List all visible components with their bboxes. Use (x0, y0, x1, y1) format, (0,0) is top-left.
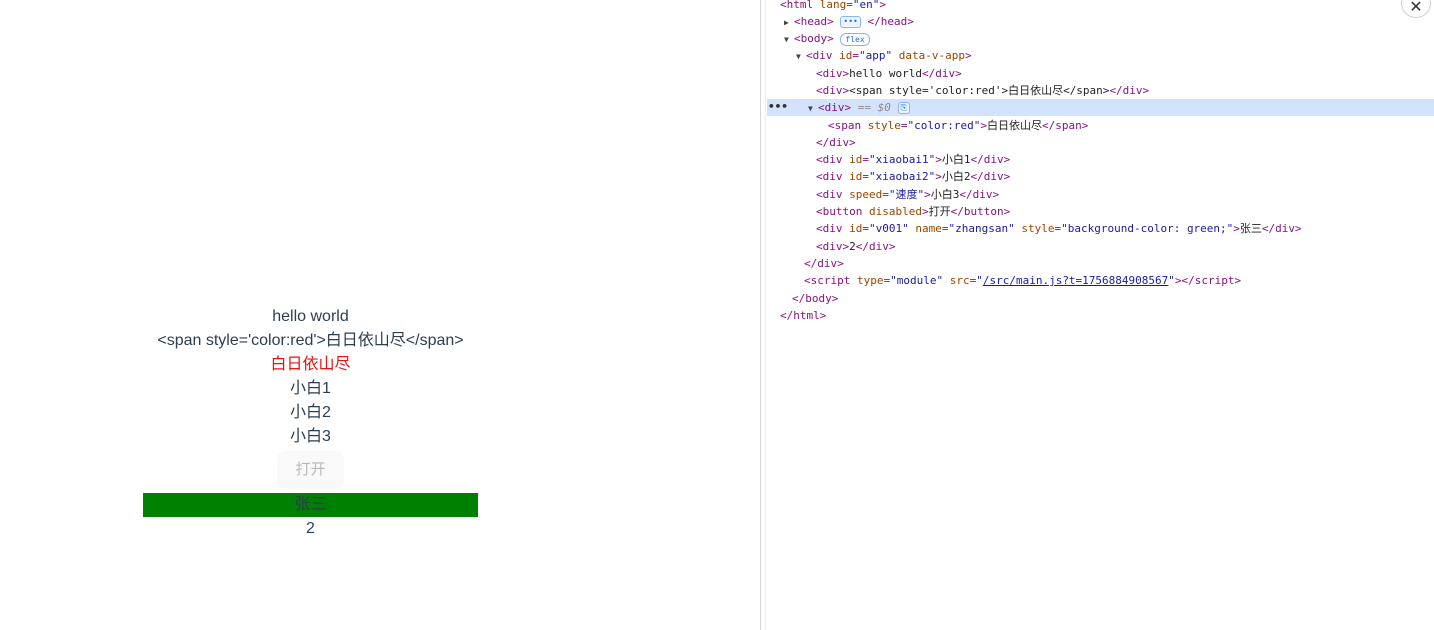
dom-head[interactable]: ▶ <head> ••• </head> (784, 13, 914, 30)
xiaobai1-text: 小白1 (290, 380, 331, 397)
expand-triangle-icon[interactable]: ▶ (784, 14, 794, 31)
collapse-triangle-icon[interactable]: ▼ (784, 31, 794, 48)
dom-red-span[interactable]: <span style="color:red">白日依山尽</span> (828, 117, 1088, 134)
selected-ref: == $0 (857, 101, 891, 114)
zhangsan-green-bar: 张三 (143, 493, 478, 517)
number-text: 2 (306, 520, 315, 537)
xiaobai3-text: 小白3 (290, 428, 331, 445)
red-text: 白日依山尽 (270, 356, 351, 373)
dom-html-open[interactable]: <html lang="en"> (780, 0, 886, 13)
devtools-elements-panel: ••• <html lang="en"> ▶ <head> ••• </head>… (767, 0, 1434, 630)
dom-html-close[interactable]: </html> (780, 307, 826, 324)
dom-button[interactable]: <button disabled>打开</button> (816, 203, 1010, 220)
row-options-icon[interactable]: ••• (768, 99, 788, 116)
dom-number-div[interactable]: <div>2</div> (816, 238, 896, 255)
dom-div-close[interactable]: </div> (816, 134, 856, 151)
dom-raw-span-div[interactable]: <div><span style='color:red'>白日依山尽</span… (816, 82, 1149, 99)
dom-hello-div[interactable]: <div>hello world</div> (816, 65, 962, 82)
dom-script[interactable]: <script type="module" src="/src/main.js?… (804, 272, 1241, 289)
flex-badge[interactable]: flex (840, 32, 870, 46)
panel-divider-shadow (765, 0, 766, 630)
dom-body-close[interactable]: </body> (792, 290, 838, 307)
collapsed-dots-icon[interactable]: ••• (840, 16, 861, 28)
dom-app-close[interactable]: </div> (804, 255, 844, 272)
hello-text: hello world (272, 308, 349, 325)
collapse-triangle-icon[interactable]: ▼ (796, 48, 806, 65)
console-reveal-icon[interactable]: ⎘ (897, 102, 910, 114)
dom-xiaobai2[interactable]: <div id="xiaobai2">小白2</div> (816, 168, 1010, 185)
dom-xiaobai1[interactable]: <div id="xiaobai1">小白1</div> (816, 151, 1010, 168)
dom-body-open[interactable]: ▼ <body> flex (784, 30, 870, 47)
script-src-link[interactable]: /src/main.js?t=1756884908567 (983, 274, 1168, 287)
dom-v001-div[interactable]: <div id="v001" name="zhangsan" style="ba… (816, 220, 1302, 237)
dom-app-div[interactable]: ▼ <div id="app" data-v-app> (796, 47, 972, 64)
collapse-triangle-icon[interactable]: ▼ (808, 100, 818, 117)
open-button[interactable]: 打开 (277, 451, 344, 489)
raw-html-text: <span style='color:red'>白日依山尽</span> (157, 332, 464, 349)
xiaobai2-text: 小白2 (290, 404, 331, 421)
app-root: hello world <span style='color:red'>白日依山… (143, 305, 478, 541)
panel-divider[interactable] (760, 0, 761, 630)
dom-selected-div[interactable]: ▼ <div> == $0 ⎘ (808, 99, 910, 116)
dom-speed-div[interactable]: <div speed="速度">小白3</div> (816, 186, 999, 203)
page-preview: hello world <span style='color:red'>白日依山… (0, 0, 762, 630)
